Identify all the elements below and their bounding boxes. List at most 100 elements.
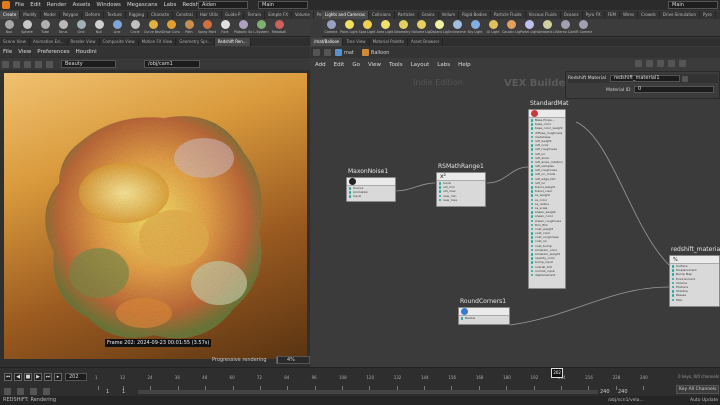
shelf-tab-volume[interactable]: Volume	[292, 11, 314, 19]
node-port[interactable]: displacement	[529, 273, 565, 277]
shelf-tab-drive-simulation[interactable]: Drive Simulation	[660, 11, 700, 19]
go-end-button[interactable]: ⏭	[44, 373, 52, 381]
shelf-tab-texture[interactable]: Texture	[104, 11, 126, 19]
node-port[interactable]: Radius	[459, 316, 509, 320]
playhead[interactable]: 202	[551, 368, 563, 378]
shelf-tab-characte[interactable]: Characte	[148, 11, 174, 19]
shelf-tab-wires[interactable]: Wires	[620, 11, 639, 19]
node-port[interactable]: Input	[347, 194, 395, 198]
shelf-tool-gi-light[interactable]: GI Light	[484, 19, 502, 36]
render-menu-view[interactable]: View	[15, 49, 34, 55]
shelf-tool-curve-bezier[interactable]: Curve Bezier	[144, 19, 162, 36]
shelf-tab-deform[interactable]: Deform	[82, 11, 105, 19]
audio-icon[interactable]	[4, 388, 11, 395]
shelf-tool-spot-light[interactable]: Spot Light	[358, 19, 376, 36]
node-redshiftmaterial[interactable]: % Surface Displacement Bump Map Environment…	[669, 255, 720, 307]
node-roundcorners[interactable]: Radius	[458, 307, 510, 325]
shelf-tool-grid[interactable]: Grid	[72, 19, 90, 36]
node-rsmathrange[interactable]: x² Input old_min old_max new_min new_max	[436, 172, 486, 207]
stop-button[interactable]: ■	[24, 373, 32, 381]
shelf-tab-vellum[interactable]: Vellum	[439, 11, 460, 19]
end-frame-2[interactable]: 240	[618, 389, 628, 395]
step-forward-button[interactable]: ▸	[54, 373, 62, 381]
menu-file[interactable]: File	[12, 2, 27, 8]
end-frame[interactable]: 240	[600, 389, 610, 395]
shelf-tool-sphere[interactable]: Sphere	[18, 19, 36, 36]
range-slider[interactable]	[138, 390, 598, 394]
shelf-tab-polygon[interactable]: Polygon	[60, 11, 83, 19]
shelf-tab-lights-and-cameras[interactable]: Lights and Cameras	[322, 11, 369, 19]
desktop-selector-main[interactable]: Main	[258, 1, 308, 9]
shelf-tool-draw-curve[interactable]: Draw Curve	[162, 19, 180, 36]
shelf-tool-volume-light[interactable]: Volume Light	[412, 19, 430, 36]
camera-select[interactable]: /obj/cam1	[144, 60, 200, 68]
pane-tab-motion-fx-view[interactable]: Motion FX View	[139, 38, 177, 46]
shelf-tab-guide-p[interactable]: Guide P	[222, 11, 245, 19]
shelf-tool-environment-light[interactable]: Environment Light	[448, 19, 466, 36]
shelf-tab-grains[interactable]: Grains	[419, 11, 439, 19]
shelf-tab-crowds[interactable]: Crowds	[638, 11, 660, 19]
shelf-tab-viscous-fluids[interactable]: Viscous Fluids	[526, 11, 561, 19]
shelf-tool-platonic-solids[interactable]: Platonic Solids	[234, 19, 252, 36]
shelf-tool-box[interactable]: Box	[0, 19, 18, 36]
render-menu-preferences[interactable]: Preferences	[34, 49, 72, 55]
shelf-tool-point-light[interactable]: Point Light	[340, 19, 358, 36]
shelf-tab-create[interactable]: Create	[0, 11, 21, 19]
shelf-tab-modify[interactable]: Modify	[20, 11, 41, 19]
current-frame-field[interactable]: 202	[65, 373, 87, 381]
shelf-tab-fem[interactable]: FEM	[605, 11, 620, 19]
step-back-button[interactable]: ◀	[14, 373, 22, 381]
node-port[interactable]: new_max	[437, 198, 485, 202]
shelf-tool-distant-light[interactable]: Distant Light	[430, 19, 448, 36]
region-icon[interactable]	[35, 60, 42, 68]
pane-tab-render-view[interactable]: Render View	[68, 38, 100, 46]
play-button[interactable]: ▶	[34, 373, 42, 381]
shelf-tab-simple-fx[interactable]: Simple FX	[265, 11, 292, 19]
shelf-tool-line[interactable]: Line	[108, 19, 126, 36]
shelf-tool-sky-light[interactable]: Sky Light	[466, 19, 484, 36]
shelf-tab-particles[interactable]: Particles	[395, 11, 419, 19]
pane-tab-tree-view[interactable]: Tree View	[343, 38, 370, 46]
snapshot-icon[interactable]	[24, 60, 31, 68]
pane-tab-animation-ed[interactable]: Animation Ed...	[30, 38, 68, 46]
node-standardmaterial[interactable]: Base Prope... base_color base_color_weight…	[528, 109, 566, 289]
shelf-tool-portal-light[interactable]: Portal Light	[520, 19, 538, 36]
pane-tab-material-palette[interactable]: Material Palette	[370, 38, 408, 46]
start-frame[interactable]: 1	[106, 389, 109, 395]
shelf-tool-vr-camera[interactable]: VR Camera	[574, 19, 592, 36]
shelf-tool-tube[interactable]: Tube	[36, 19, 54, 36]
key-icon[interactable]	[17, 388, 24, 395]
node-port[interactable]: Misc	[670, 298, 719, 302]
menu-edit[interactable]: Edit	[27, 2, 44, 8]
pane-tab-composite-view[interactable]: Composite View	[100, 38, 139, 46]
auto-update-label[interactable]: Auto Update	[690, 396, 718, 405]
shelf-tool-camera[interactable]: Camera	[322, 19, 340, 36]
shelf-tool-metaball[interactable]: Metaball	[270, 19, 288, 36]
shelf-tab-particle-fluids[interactable]: Particle Fluids	[491, 11, 526, 19]
shelf-tab-pyro[interactable]: Pyro	[700, 11, 716, 19]
shelf-tool-geometry-light[interactable]: Geometry Light	[394, 19, 412, 36]
render-menu-houdini[interactable]: Houdini	[73, 49, 100, 55]
shelf-tab-constrai[interactable]: Constrai	[173, 11, 197, 19]
shelf-tab-oceans[interactable]: Oceans	[561, 11, 583, 19]
menu-megascans[interactable]: Megascans	[124, 2, 161, 8]
shelf-tool-l-system[interactable]: L-System	[252, 19, 270, 36]
shelf-tab-rigging[interactable]: Rigging	[126, 11, 148, 19]
shelf-tool-ambient-light[interactable]: Ambient Light	[538, 19, 556, 36]
shelf-tab-hair-utils[interactable]: Hair Utils	[197, 11, 223, 19]
render-image[interactable]	[4, 73, 307, 359]
shelf-tool-path[interactable]: Path	[180, 19, 198, 36]
pane-tab-geometry-spr[interactable]: Geometry Spr...	[176, 38, 215, 46]
shelf-tool-circle[interactable]: Circle	[126, 19, 144, 36]
shelf-tab-collisions[interactable]: Collisions	[369, 11, 395, 19]
shelf-tool-caustic-light[interactable]: Caustic Light	[502, 19, 520, 36]
shelf-tab-model[interactable]: Model	[41, 11, 60, 19]
shelf-tool-font[interactable]: Font	[216, 19, 234, 36]
shelf-tab-rigid-bodies[interactable]: Rigid Bodies	[459, 11, 491, 19]
shelf-tool-null[interactable]: Null	[90, 19, 108, 36]
menu-render[interactable]: Render	[44, 2, 70, 8]
key-all-channels-button[interactable]: Key All Channels	[676, 385, 720, 394]
menu-labs[interactable]: Labs	[161, 2, 180, 8]
pane-tab-redshift-ren[interactable]: Redshift Ren...	[214, 38, 251, 46]
shelf-tab-terrain[interactable]: Terrain	[244, 11, 266, 19]
